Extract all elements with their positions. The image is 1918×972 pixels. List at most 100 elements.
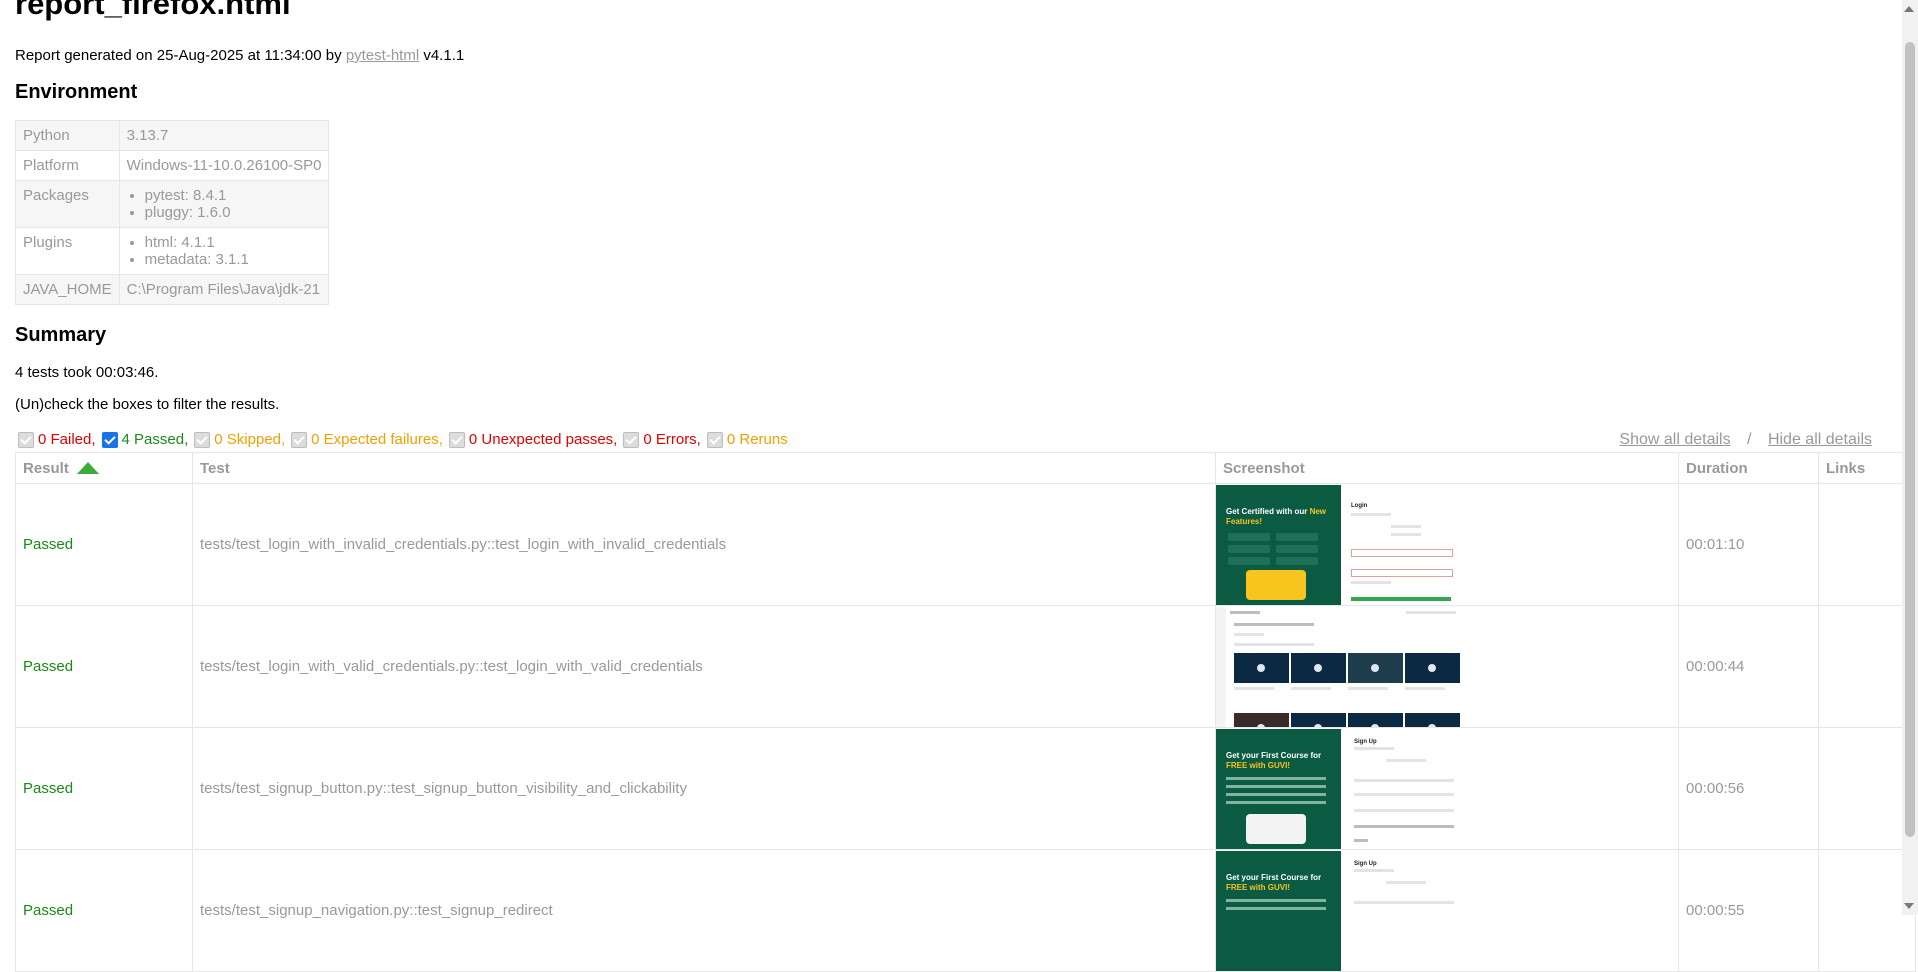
scroll-down-icon[interactable] bbox=[1904, 903, 1914, 909]
promo-tile bbox=[1228, 532, 1270, 541]
filter-xfailed[interactable]: 0 Expected failures, bbox=[291, 431, 443, 448]
xfailed-checkbox[interactable] bbox=[291, 431, 308, 448]
promo-tile bbox=[1228, 544, 1270, 553]
xpassed-checkbox[interactable] bbox=[448, 431, 465, 448]
links-cell bbox=[1818, 483, 1916, 606]
screenshot-column-header: Screenshot bbox=[1215, 452, 1679, 484]
promo-illustration bbox=[1246, 813, 1306, 844]
filter-xpassed-label: 0 Unexpected passes, bbox=[468, 431, 618, 448]
screenshot-cell: Get Certified with our New Features! Log… bbox=[1215, 483, 1679, 606]
table-row[interactable]: Passed tests/test_signup_button.py::test… bbox=[15, 727, 1916, 850]
filter-xfailed-label: 0 Expected failures, bbox=[311, 431, 443, 448]
filter-failed-label: 0 Failed, bbox=[38, 431, 96, 448]
form-input bbox=[1351, 568, 1453, 577]
course-thumbnail bbox=[1405, 652, 1460, 683]
form-input bbox=[1354, 824, 1454, 828]
form-line bbox=[1354, 746, 1394, 750]
env-key: Plugins bbox=[15, 227, 120, 275]
promo-tile bbox=[1228, 556, 1270, 565]
scroll-up-icon[interactable] bbox=[1904, 6, 1914, 12]
filter-skipped[interactable]: 0 Skipped, bbox=[194, 431, 285, 448]
result-column-header[interactable]: Result bbox=[15, 452, 193, 484]
run-duration-text: 4 tests took 00:03:46. bbox=[15, 364, 159, 381]
filter-errors[interactable]: 0 Errors, bbox=[623, 431, 701, 448]
screenshot-cell: Get your First Course for FREE with GUVI… bbox=[1215, 849, 1679, 972]
table-row[interactable]: Passed tests/test_signup_navigation.py::… bbox=[15, 849, 1916, 972]
form-input bbox=[1351, 548, 1453, 557]
promo-headline: Get your First Course for FREE with GUVI… bbox=[1226, 751, 1331, 771]
course-thumbnail bbox=[1291, 652, 1346, 683]
promo-headline: Get your First Course for FREE with GUVI… bbox=[1226, 873, 1331, 893]
generated-info: Report generated on 25-Aug-2025 at 11:34… bbox=[15, 47, 464, 64]
errors-checkbox[interactable] bbox=[623, 431, 640, 448]
screenshot-signup-navigation[interactable]: Get your First Course for FREE with GUVI… bbox=[1216, 850, 1462, 971]
course-filters bbox=[1234, 642, 1314, 646]
screenshot-login-valid[interactable] bbox=[1216, 606, 1462, 727]
env-value: Windows-11-10.0.26100-SP0 bbox=[118, 150, 330, 181]
package-item: pytest: 8.4.1 bbox=[145, 187, 322, 204]
login-btn bbox=[1351, 596, 1451, 601]
form-title: Sign Up bbox=[1354, 738, 1377, 745]
env-row-platform: Platform Windows-11-10.0.26100-SP0 bbox=[15, 150, 330, 181]
form-input bbox=[1354, 808, 1454, 812]
duration-column-header[interactable]: Duration bbox=[1678, 452, 1819, 484]
screenshot-login-invalid[interactable]: Get Certified with our New Features! Log… bbox=[1216, 484, 1462, 605]
app-sidebar bbox=[1216, 606, 1226, 727]
course-tabs bbox=[1234, 622, 1314, 626]
passed-checkbox[interactable] bbox=[101, 431, 118, 448]
links-cell bbox=[1818, 849, 1916, 972]
pytest-html-link[interactable]: pytest-html bbox=[346, 47, 419, 64]
scrollbar-thumb[interactable] bbox=[1905, 42, 1915, 837]
filter-failed[interactable]: 0 Failed, bbox=[18, 431, 96, 448]
promo-bullet bbox=[1226, 898, 1326, 902]
skipped-checkbox[interactable] bbox=[194, 431, 211, 448]
filter-passed[interactable]: 4 Passed, bbox=[101, 431, 188, 448]
course-caption bbox=[1291, 686, 1331, 690]
form-input bbox=[1354, 900, 1454, 904]
promo-bullet bbox=[1226, 800, 1326, 804]
details-separator: / bbox=[1747, 431, 1752, 448]
promo-bullet bbox=[1226, 784, 1326, 788]
duration-cell: 00:01:10 bbox=[1678, 483, 1819, 606]
test-column-header[interactable]: Test bbox=[192, 452, 1216, 484]
promo-panel bbox=[1216, 850, 1341, 971]
course-subtitle bbox=[1234, 632, 1264, 636]
promo-headline-text: Get your First Course for bbox=[1226, 750, 1322, 760]
package-item: pluggy: 1.6.0 bbox=[145, 204, 322, 221]
vertical-scrollbar[interactable] bbox=[1902, 0, 1918, 915]
promo-tile bbox=[1276, 556, 1318, 565]
test-name-cell: tests/test_login_with_invalid_credential… bbox=[192, 483, 1216, 606]
test-name-cell: tests/test_signup_button.py::test_signup… bbox=[192, 727, 1216, 850]
filter-xpassed[interactable]: 0 Unexpected passes, bbox=[448, 431, 618, 448]
plugin-list: html: 4.1.1 metadata: 3.1.1 bbox=[127, 234, 322, 268]
generated-prefix: Report generated on 25-Aug-2025 at 11:34… bbox=[15, 47, 342, 64]
course-thumbnail bbox=[1348, 712, 1403, 727]
result-cell: Passed bbox=[15, 849, 193, 972]
failed-checkbox[interactable] bbox=[18, 431, 34, 448]
results-table: Result Test Screenshot Duration Links Pa… bbox=[15, 452, 1916, 972]
course-caption bbox=[1405, 686, 1445, 690]
form-input bbox=[1354, 792, 1454, 796]
promo-bullet bbox=[1226, 906, 1326, 910]
table-row[interactable]: Passed tests/test_login_with_invalid_cre… bbox=[15, 483, 1916, 606]
hide-all-details-link[interactable]: Hide all details bbox=[1768, 431, 1872, 448]
plugin-item: html: 4.1.1 bbox=[145, 234, 322, 251]
filter-reruns[interactable]: 0 Reruns bbox=[706, 431, 788, 448]
screenshot-signup-button[interactable]: Get your First Course for FREE with GUVI… bbox=[1216, 728, 1462, 849]
course-thumbnail bbox=[1234, 712, 1289, 727]
table-row[interactable]: Passed tests/test_login_with_valid_crede… bbox=[15, 605, 1916, 728]
env-value: pytest: 8.4.1 pluggy: 1.6.0 bbox=[118, 180, 330, 228]
signup-btn bbox=[1354, 838, 1368, 842]
form-line bbox=[1386, 880, 1426, 884]
promo-bullet bbox=[1226, 792, 1326, 796]
reruns-checkbox[interactable] bbox=[706, 431, 723, 448]
form-title: Login bbox=[1351, 502, 1368, 509]
show-all-details-link[interactable]: Show all details bbox=[1619, 431, 1730, 448]
page-title: report_firefox.html bbox=[15, 0, 291, 21]
package-list: pytest: 8.4.1 pluggy: 1.6.0 bbox=[127, 187, 322, 221]
sort-ascending-icon[interactable] bbox=[76, 461, 99, 474]
app-logo bbox=[1230, 610, 1260, 614]
env-row-plugins: Plugins html: 4.1.1 metadata: 3.1.1 bbox=[15, 227, 330, 275]
promo-tile bbox=[1276, 544, 1318, 553]
environment-heading: Environment bbox=[15, 81, 138, 103]
